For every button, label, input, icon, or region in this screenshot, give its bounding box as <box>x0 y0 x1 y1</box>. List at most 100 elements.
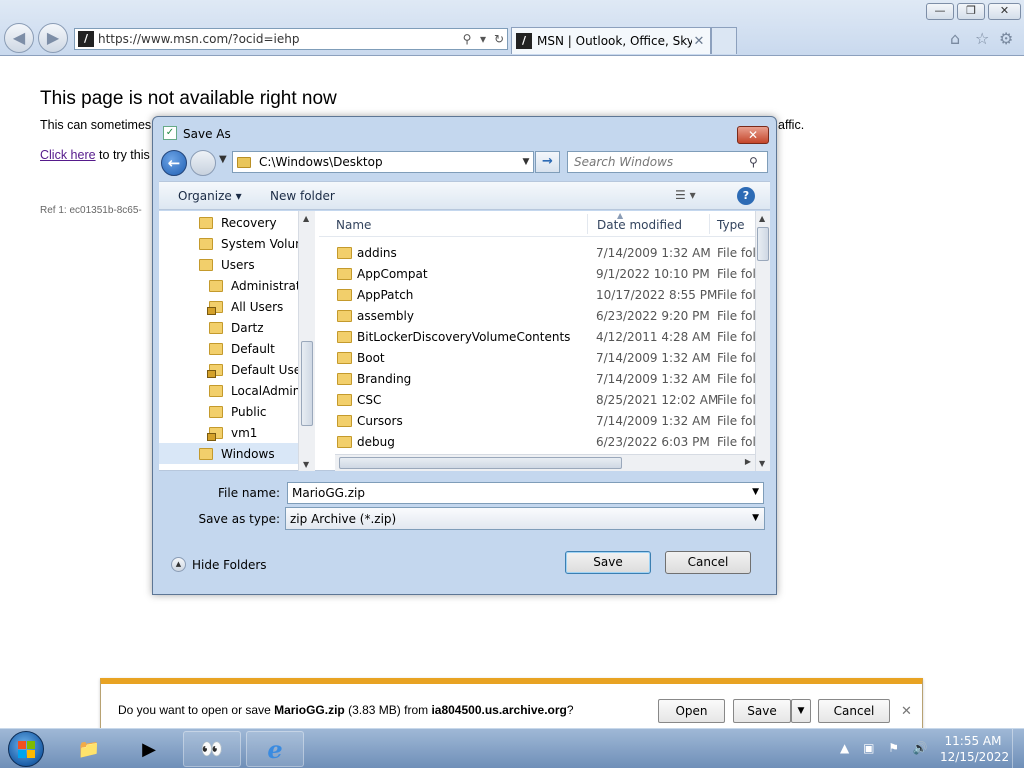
file-date-cell: 10/17/2022 8:55 PM <box>596 288 718 302</box>
save-as-type-select[interactable]: zip Archive (*.zip) ▼ <box>285 507 765 530</box>
file-row[interactable]: assembly 6/23/2022 9:20 PM File fol <box>319 306 759 327</box>
taskbar-internet-explorer-icon[interactable]: e <box>246 731 304 767</box>
minimize-button[interactable]: — <box>926 3 954 20</box>
nav-tree-item[interactable]: Default User <box>159 359 306 380</box>
file-row[interactable]: Cursors 7/14/2009 1:32 AM File fol <box>319 411 759 432</box>
organize-button[interactable]: Organize ▾ <box>178 189 242 203</box>
save-as-type-value[interactable]: zip Archive (*.zip) <box>290 512 396 526</box>
search-icon[interactable]: ⚲ <box>749 155 767 169</box>
scroll-up-icon[interactable]: ▲ <box>303 214 309 223</box>
scroll-thumb[interactable] <box>757 227 769 261</box>
clock[interactable]: 11:55 AM 12/15/2022 <box>940 733 1009 765</box>
column-name[interactable]: Name <box>336 218 371 232</box>
save-as-type-dropdown-icon[interactable]: ▼ <box>752 513 759 523</box>
path-bar[interactable]: C:\Windows\Desktop ▼ <box>232 151 534 173</box>
file-row[interactable]: Boot 7/14/2009 1:32 AM File fol <box>319 348 759 369</box>
nav-tree-item[interactable]: Default <box>159 338 298 359</box>
file-row[interactable]: addins 7/14/2009 1:32 AM File fol <box>319 243 759 264</box>
download-open-button[interactable]: Open <box>658 699 725 723</box>
home-icon[interactable]: ⌂ <box>950 29 960 48</box>
nav-tree-item[interactable]: All Users <box>159 296 298 317</box>
dialog-close-button[interactable]: ✕ <box>737 126 769 144</box>
page-message: This can sometimes <box>40 118 152 132</box>
taskbar-media-player-icon[interactable]: ▶ <box>120 731 178 767</box>
scroll-thumb[interactable] <box>301 341 313 426</box>
volume-icon[interactable]: 🔊 <box>913 741 928 755</box>
nav-tree-item[interactable]: Public <box>159 401 298 422</box>
search-box[interactable]: Search Windows ⚲ <box>567 151 768 173</box>
path-dropdown-icon[interactable]: ▼ <box>519 157 533 167</box>
column-separator[interactable] <box>587 214 588 234</box>
download-save-button[interactable]: Save <box>733 699 791 723</box>
taskbar-explorer-icon[interactable]: 📁 <box>60 731 118 767</box>
start-button[interactable] <box>8 731 44 767</box>
file-name-cell: Boot <box>357 351 385 365</box>
column-separator[interactable] <box>709 214 710 234</box>
click-here-link[interactable]: Click here <box>40 148 96 162</box>
network-icon[interactable]: ▣ <box>863 741 874 755</box>
nav-tree-item[interactable]: Windows <box>159 443 298 464</box>
recent-locations-dropdown-icon[interactable]: ▼ <box>219 154 227 165</box>
nav-tree-item[interactable]: Recovery <box>159 212 298 233</box>
maximize-button[interactable]: ❐ <box>957 3 985 20</box>
column-type[interactable]: Type <box>717 218 745 232</box>
change-view-icon[interactable]: ☰ ▾ <box>675 188 696 202</box>
file-row[interactable]: Branding 7/14/2009 1:32 AM File fol <box>319 369 759 390</box>
scroll-thumb[interactable] <box>339 457 622 469</box>
scroll-down-icon[interactable]: ▼ <box>759 459 765 468</box>
nav-tree-item[interactable]: Administrato <box>159 275 308 296</box>
dialog-back-button[interactable]: ← <box>161 150 187 176</box>
nav-tree-item[interactable]: Dartz <box>159 317 298 338</box>
back-button[interactable]: ◀ <box>4 23 34 53</box>
file-name-input[interactable]: MarioGG.zip ▼ <box>287 482 764 504</box>
file-row[interactable]: CSC 8/25/2021 12:02 AM File fol <box>319 390 759 411</box>
scroll-down-icon[interactable]: ▼ <box>303 460 309 469</box>
file-type-cell: File fol <box>717 267 756 281</box>
tab-close-icon[interactable]: ✕ <box>692 34 706 49</box>
nav-tree-item[interactable]: System Volume <box>159 233 309 254</box>
new-tab-button[interactable] <box>711 27 737 54</box>
scroll-up-icon[interactable]: ▲ <box>759 214 765 223</box>
file-list-horizontal-scrollbar[interactable]: ▶ <box>335 454 755 471</box>
scroll-right-icon[interactable]: ▶ <box>745 457 751 466</box>
search-placeholder[interactable]: Search Windows <box>574 155 749 169</box>
column-date-modified[interactable]: Date modified <box>597 218 682 232</box>
tab-msn[interactable]: / MSN | Outlook, Office, Sky... ✕ <box>511 27 711 54</box>
dropdown-icon[interactable]: ▾ <box>475 32 491 46</box>
nav-tree-item[interactable]: Users <box>159 254 298 275</box>
address-url[interactable]: https://www.msn.com/?ocid=iehp <box>98 32 459 46</box>
path-text[interactable]: C:\Windows\Desktop <box>259 155 519 169</box>
file-row[interactable]: BitLockerDiscoveryVolumeContents 4/12/201… <box>319 327 759 348</box>
folder-icon <box>337 394 352 406</box>
nav-tree-item[interactable]: LocalAdmin <box>159 380 300 401</box>
action-center-flag-icon[interactable]: ⚑ <box>888 741 899 755</box>
file-name-value[interactable]: MarioGG.zip <box>292 486 365 500</box>
show-hidden-icons-icon[interactable]: ▲ <box>840 741 849 755</box>
favorites-star-icon[interactable]: ☆ <box>975 29 989 48</box>
show-desktop-button[interactable] <box>1012 729 1024 769</box>
search-icon[interactable]: ⚲ <box>459 32 475 46</box>
new-folder-button[interactable]: New folder <box>270 189 335 203</box>
address-bar[interactable]: / https://www.msn.com/?ocid=iehp ⚲ ▾ ↻ <box>74 28 508 50</box>
close-button[interactable]: ✕ <box>988 3 1021 20</box>
taskbar-eyes-app-icon[interactable]: 👀 <box>183 731 241 767</box>
hide-folders-button[interactable]: ▲ Hide Folders <box>171 557 267 572</box>
navigation-scrollbar[interactable]: ▲ ▼ <box>298 211 315 471</box>
download-save-dropdown-icon[interactable]: ▼ <box>791 699 811 723</box>
file-row[interactable]: debug 6/23/2022 6:03 PM File fol <box>319 432 759 453</box>
help-icon[interactable]: ? <box>737 187 755 205</box>
dialog-forward-button[interactable] <box>190 150 216 176</box>
download-cancel-button[interactable]: Cancel <box>818 699 890 723</box>
nav-tree-item[interactable]: vm1 <box>159 422 298 443</box>
go-arrow-button[interactable]: → <box>535 151 560 173</box>
download-bar-close-icon[interactable]: ✕ <box>901 704 912 719</box>
file-row[interactable]: AppCompat 9/1/2022 10:10 PM File fol <box>319 264 759 285</box>
refresh-icon[interactable]: ↻ <box>491 32 507 46</box>
forward-button[interactable]: ▶ <box>38 23 68 53</box>
file-row[interactable]: AppPatch 10/17/2022 8:55 PM File fol <box>319 285 759 306</box>
file-name-dropdown-icon[interactable]: ▼ <box>752 487 759 497</box>
cancel-button[interactable]: Cancel <box>665 551 751 574</box>
gear-icon[interactable]: ⚙ <box>999 29 1013 48</box>
file-list-vertical-scrollbar[interactable]: ▲ ▼ <box>755 211 770 471</box>
save-button[interactable]: Save <box>565 551 651 574</box>
